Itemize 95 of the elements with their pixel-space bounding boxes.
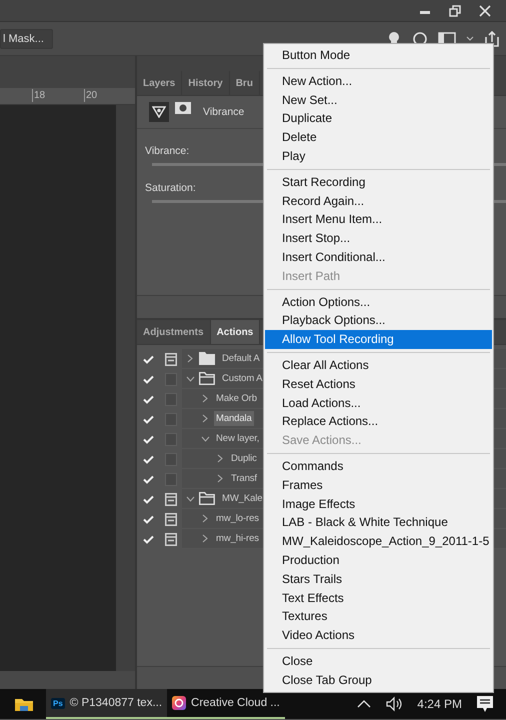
- menu-item[interactable]: Production: [265, 550, 492, 570]
- action-label: Duplic: [230, 452, 258, 466]
- checkmark-icon[interactable]: [142, 534, 154, 544]
- ruler-number: 20: [84, 89, 98, 102]
- menu-item[interactable]: Action Options...: [265, 292, 492, 312]
- dialog-toggle[interactable]: [165, 452, 177, 466]
- chevron-right-icon[interactable]: [202, 414, 208, 423]
- chevron-down-icon[interactable]: [186, 376, 194, 382]
- menu-item[interactable]: Close: [265, 652, 492, 671]
- menu-item[interactable]: MW_Kaleidoscope_Action_9_2011-1-5: [265, 532, 492, 551]
- vibrance-icon[interactable]: [149, 102, 169, 122]
- action-label: mw_lo-res: [215, 512, 260, 526]
- menu-item[interactable]: Start Recording: [265, 172, 492, 192]
- checkmark-icon[interactable]: [142, 354, 154, 364]
- menu-item[interactable]: Load Actions...: [265, 394, 492, 412]
- dialog-toggle[interactable]: [165, 412, 177, 426]
- chevron-right-icon[interactable]: [187, 354, 193, 363]
- menu-item[interactable]: LAB - Black & White Technique: [265, 513, 492, 532]
- menu-item[interactable]: Delete: [265, 128, 492, 147]
- checkmark-icon[interactable]: [142, 434, 154, 444]
- clock[interactable]: 4:24 PM: [417, 697, 462, 711]
- checkmark-icon[interactable]: [142, 394, 154, 404]
- action-label: mw_hi-res: [215, 532, 260, 546]
- menu-item[interactable]: Close Tab Group: [265, 670, 492, 690]
- dialog-toggle[interactable]: [165, 432, 177, 446]
- menu-item[interactable]: Video Actions: [265, 626, 492, 645]
- taskbar-app[interactable]: Ps © P1340877 tex...: [46, 689, 168, 719]
- checkmark-icon[interactable]: [142, 454, 154, 464]
- slider-label: Saturation:: [145, 182, 196, 194]
- menu-item[interactable]: Record Again...: [265, 192, 492, 210]
- chevron-right-icon[interactable]: [202, 394, 208, 403]
- chevron-right-icon[interactable]: [217, 474, 223, 483]
- chevron-right-icon[interactable]: [202, 534, 208, 543]
- menu-item[interactable]: Textures: [265, 607, 492, 626]
- menu-item[interactable]: Replace Actions...: [265, 412, 492, 432]
- caret-icon[interactable]: [466, 36, 474, 42]
- dialog-toggle[interactable]: [165, 372, 177, 386]
- folder-icon[interactable]: [14, 696, 34, 712]
- dialog-toggle[interactable]: [165, 392, 177, 406]
- chevron-right-icon[interactable]: [217, 454, 223, 463]
- speaker-icon[interactable]: [385, 696, 404, 712]
- mask-button[interactable]: l Mask...: [0, 28, 53, 48]
- menu-item[interactable]: New Action...: [265, 72, 492, 91]
- menu-item[interactable]: Commands: [265, 456, 492, 476]
- panel-tab[interactable]: Actions: [210, 320, 260, 344]
- menu-item[interactable]: Insert Conditional...: [265, 248, 492, 267]
- ruler-number: 18: [32, 89, 46, 102]
- menu-item[interactable]: Insert Menu Item...: [265, 210, 492, 230]
- menu-item[interactable]: Duplicate: [265, 109, 492, 128]
- chevron-up-icon[interactable]: [357, 699, 372, 709]
- action-label: Transf: [230, 472, 258, 486]
- panel-tab[interactable]: History: [182, 71, 230, 95]
- notification-icon[interactable]: [476, 695, 494, 713]
- checkmark-icon[interactable]: [142, 474, 154, 484]
- menu-item[interactable]: Allow Tool Recording: [265, 330, 492, 349]
- menu-item[interactable]: Playback Options...: [265, 311, 492, 330]
- close-icon[interactable]: [479, 4, 491, 16]
- action-label: Mandala: [214, 411, 254, 426]
- slider-label: Vibrance:: [145, 145, 190, 157]
- dialog-icon[interactable]: [165, 352, 177, 366]
- panel-tab[interactable]: Bru: [230, 71, 260, 95]
- action-label: New layer,: [215, 432, 260, 446]
- folder-icon: [199, 352, 215, 365]
- chevron-down-icon[interactable]: [186, 496, 194, 502]
- chevron-right-icon[interactable]: [202, 514, 208, 523]
- menu-item[interactable]: Reset Actions: [265, 374, 492, 394]
- folder-icon: [199, 492, 215, 505]
- checkmark-icon[interactable]: [142, 494, 154, 504]
- checkmark-icon[interactable]: [142, 374, 154, 384]
- app-icon: Ps: [51, 698, 65, 708]
- menu-item[interactable]: Insert Stop...: [265, 229, 492, 248]
- panel-tab[interactable]: Layers: [137, 71, 182, 95]
- dialog-icon[interactable]: [165, 512, 177, 526]
- checkmark-icon[interactable]: [142, 414, 154, 424]
- restore-icon[interactable]: [449, 4, 461, 16]
- menu-item[interactable]: Frames: [265, 476, 492, 495]
- menu-item[interactable]: Button Mode: [265, 46, 492, 65]
- action-label: Make Orb: [215, 392, 258, 406]
- action-set-label: Custom A: [221, 372, 264, 386]
- menu-item[interactable]: Text Effects: [265, 588, 492, 608]
- action-set-label: Default A: [221, 352, 261, 366]
- menu-item[interactable]: New Set...: [265, 90, 492, 110]
- app-icon: [172, 696, 186, 710]
- dialog-icon[interactable]: [165, 532, 177, 546]
- folder-icon: [199, 372, 215, 385]
- menu-item[interactable]: Play: [265, 146, 492, 166]
- action-set-label: MW_Kale: [221, 492, 264, 506]
- dialog-icon[interactable]: [165, 492, 177, 506]
- chevron-down-icon[interactable]: [200, 436, 210, 442]
- adjustment-title: Vibrance: [203, 106, 244, 118]
- menu-item[interactable]: Clear All Actions: [265, 356, 492, 375]
- menu-item[interactable]: Stars Trails: [265, 570, 492, 589]
- dialog-toggle[interactable]: [165, 472, 177, 486]
- checkmark-icon[interactable]: [142, 514, 154, 524]
- menu-item[interactable]: Image Effects: [265, 494, 492, 514]
